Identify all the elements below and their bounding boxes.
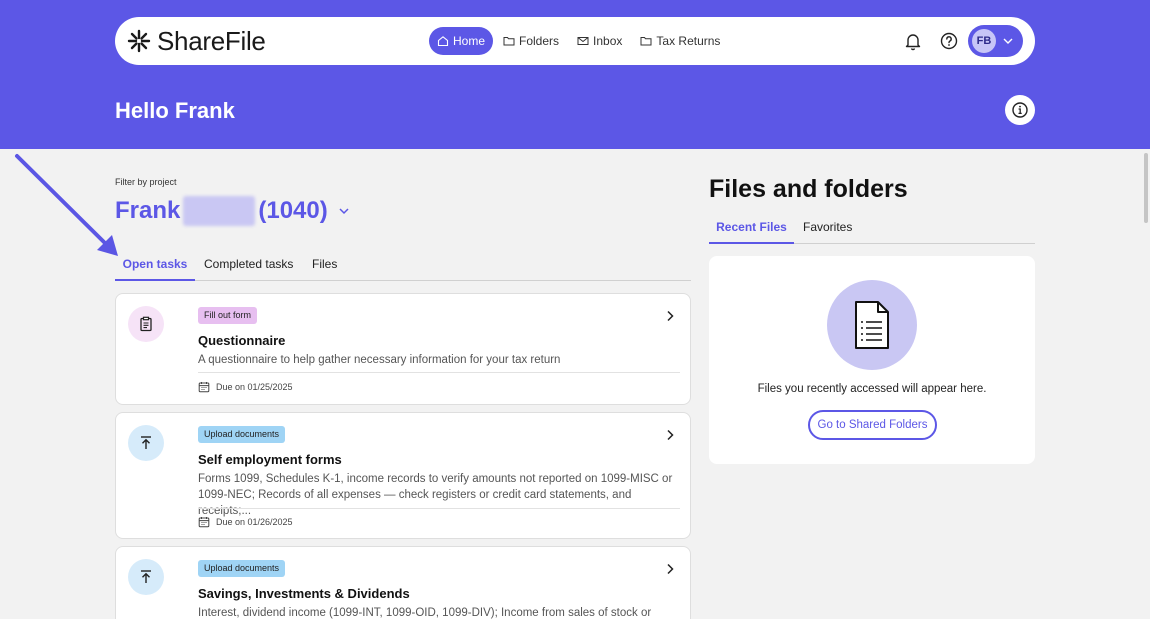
calendar-icon <box>198 382 210 393</box>
tab-files[interactable]: Files <box>312 248 337 281</box>
empty-state-illustration <box>827 280 917 370</box>
nav-folders-label: Folders <box>519 34 560 48</box>
nav-tax-returns-label: Tax Returns <box>656 34 721 48</box>
document-icon <box>855 301 889 349</box>
mail-icon <box>577 37 589 45</box>
recent-files-panel: Files you recently accessed will appear … <box>709 256 1035 464</box>
nav-inbox[interactable]: Inbox <box>569 27 630 55</box>
user-menu-button[interactable]: FB <box>968 25 1023 57</box>
help-icon[interactable] <box>939 31 959 51</box>
project-code: (1040) <box>258 197 328 224</box>
task-due-text: Due on 01/25/2025 <box>216 382 293 392</box>
divider <box>198 508 680 509</box>
top-navbar: ShareFile Home Folders Inbox Tax Returns… <box>115 17 1035 65</box>
task-tabs: Open tasks Completed tasks Files <box>115 248 691 281</box>
chevron-down-icon <box>339 208 349 215</box>
logo-text: ShareFile <box>157 25 266 56</box>
project-first-name: Frank <box>115 197 181 224</box>
nav-home[interactable]: Home <box>429 27 494 55</box>
page-greeting: Hello Frank <box>115 98 235 123</box>
chevron-right-icon[interactable] <box>664 563 676 575</box>
clipboard-icon <box>140 316 152 332</box>
calendar-icon <box>198 517 210 528</box>
task-title: Questionnaire <box>198 333 286 348</box>
task-title: Savings, Investments & Dividends <box>198 586 410 601</box>
task-due: Due on 01/25/2025 <box>198 381 293 393</box>
avatar: FB <box>972 29 996 53</box>
tab-open-tasks[interactable]: Open tasks <box>115 248 195 281</box>
nav-inbox-label: Inbox <box>593 34 623 48</box>
scrollbar[interactable] <box>1144 153 1148 223</box>
task-description: Forms 1099, Schedules K-1, income record… <box>198 473 673 517</box>
chevron-down-icon <box>1003 38 1013 44</box>
tab-recent-files[interactable]: Recent Files <box>709 213 794 244</box>
task-badge: Upload documents <box>198 426 286 443</box>
task-icon-circle <box>128 559 164 595</box>
task-icon-circle <box>128 306 164 342</box>
task-card[interactable]: Fill out form Questionnaire A questionna… <box>115 293 691 405</box>
empty-state-message: Files you recently accessed will appear … <box>757 383 987 395</box>
go-to-shared-folders-button[interactable]: Go to Shared Folders <box>808 410 937 440</box>
nav-home-label: Home <box>453 34 486 48</box>
chevron-right-icon[interactable] <box>664 429 676 441</box>
main-nav: Home Folders Inbox Tax Returns <box>429 27 730 55</box>
task-title: Self employment forms <box>198 452 342 467</box>
task-due-text: Due on 01/26/2025 <box>216 517 293 527</box>
task-card[interactable]: Upload documents Self employment forms F… <box>115 412 691 539</box>
task-badge: Upload documents <box>198 560 286 577</box>
task-description: A questionnaire to help gather necessary… <box>198 354 561 366</box>
folder-icon <box>503 37 515 46</box>
divider <box>198 372 680 373</box>
task-icon-circle <box>128 425 164 461</box>
sharefile-mark-icon <box>127 29 151 53</box>
sharefile-logo[interactable]: ShareFile <box>127 25 266 56</box>
files-tabs: Recent Files Favorites <box>709 213 1035 244</box>
task-card[interactable]: Upload documents Savings, Investments & … <box>115 546 691 619</box>
task-due: Due on 01/26/2025 <box>198 516 293 528</box>
upload-icon <box>141 570 151 583</box>
files-section-title: Files and folders <box>709 175 908 203</box>
chevron-right-icon[interactable] <box>664 310 676 322</box>
tab-favorites[interactable]: Favorites <box>803 213 852 244</box>
upload-icon <box>141 436 151 449</box>
filter-label: Filter by project <box>115 177 177 187</box>
home-icon <box>437 36 449 47</box>
info-button[interactable] <box>1005 95 1035 125</box>
bell-icon[interactable] <box>903 31 923 51</box>
nav-folders[interactable]: Folders <box>495 27 567 55</box>
redacted-name <box>183 196 256 226</box>
tab-completed-tasks[interactable]: Completed tasks <box>204 248 293 281</box>
folder-icon <box>640 37 652 46</box>
info-icon <box>1012 102 1028 118</box>
nav-tax-returns[interactable]: Tax Returns <box>632 27 728 55</box>
task-description: Interest, dividend income (1099-INT, 109… <box>198 607 652 619</box>
project-selector[interactable]: Frank (1040) <box>115 196 350 226</box>
task-badge: Fill out form <box>198 307 258 324</box>
